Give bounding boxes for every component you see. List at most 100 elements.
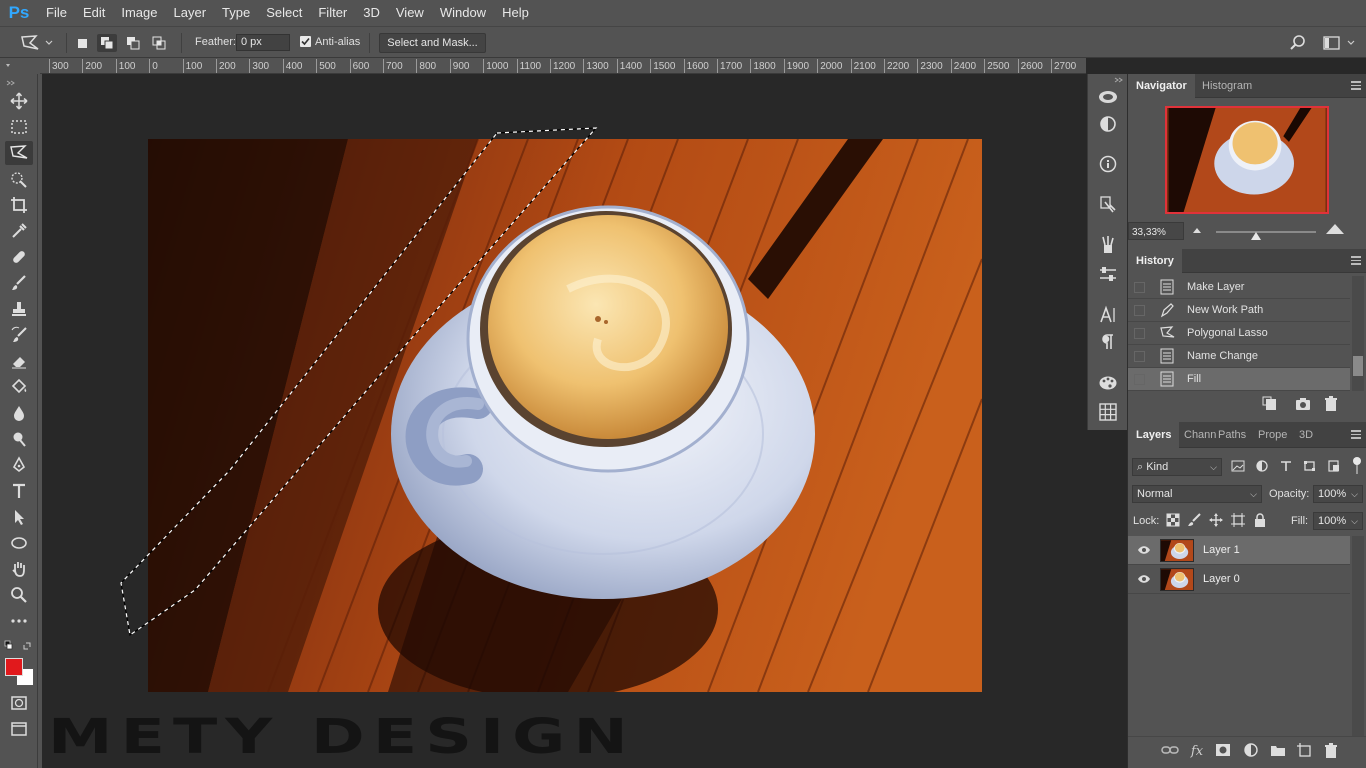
clone-source-icon [1100,196,1116,213]
filter-shape-button[interactable] [1302,460,1318,474]
brushes-icon [1102,236,1114,253]
sliders-icon [1100,267,1116,281]
lock-label: Lock: [1133,515,1160,527]
layers-scrollbar[interactable] [1352,536,1364,736]
layer-name[interactable]: Layer 1 [1203,544,1240,556]
zoom-level-value: 33,33% [1132,227,1166,238]
history-item[interactable]: New Work Path [1128,299,1350,322]
adjustments-panel-button[interactable] [1096,113,1120,135]
zoom-out-button[interactable] [1190,224,1204,236]
filter-smart-object-button[interactable] [1326,460,1342,474]
panel-menu-icon[interactable] [1351,256,1361,265]
delete-state-button[interactable] [1321,396,1341,414]
adjustment-circle-icon [1244,743,1258,757]
tab-history[interactable]: History [1128,249,1182,274]
layer-mask-icon [1216,744,1230,756]
image-icon [1231,460,1245,472]
new-layer-button[interactable] [1295,743,1315,761]
smart-object-icon [1328,460,1339,472]
tool-presets-panel-button[interactable] [1096,263,1120,285]
lock-artboard-button[interactable] [1231,513,1245,527]
blend-mode-dropdown[interactable]: Normal ⌵ [1132,485,1262,503]
history-item[interactable]: Make Layer [1128,276,1350,299]
opacity-label: Opacity: [1269,488,1310,500]
lock-icon [1255,513,1265,527]
history-snapshot-checkbox[interactable] [1134,282,1145,293]
zoom-slider-thumb[interactable] [1251,232,1261,240]
history-scrollbar[interactable] [1352,276,1364,391]
document-icon [1158,279,1176,296]
tab-3d[interactable]: 3D [1291,422,1321,446]
history-item-label: Make Layer [1187,281,1245,293]
history-snapshot-checkbox[interactable] [1134,351,1145,362]
history-item[interactable]: Name Change [1128,345,1350,368]
opacity-field[interactable]: 100% ⌵ [1313,485,1363,503]
document-icon [1158,371,1176,388]
history-snapshot-checkbox[interactable] [1134,374,1145,385]
link-layers-button[interactable] [1160,743,1180,761]
fill-field[interactable]: 100% ⌵ [1313,512,1363,530]
trash-icon [1325,396,1337,411]
delete-layer-button[interactable] [1321,743,1341,761]
zoom-slider-track[interactable] [1216,231,1316,233]
history-snapshot-checkbox[interactable] [1134,328,1145,339]
lock-all-button[interactable] [1253,513,1267,527]
snapshot-button[interactable] [1293,396,1313,414]
fx-icon[interactable]: fx [1187,743,1207,761]
search-icon: ⌕ [1137,461,1147,473]
tab-navigator[interactable]: Navigator [1128,74,1195,99]
grid-icon [1099,403,1117,421]
document-icon [1158,348,1176,365]
tab-layers[interactable]: Layers [1128,422,1180,449]
add-layer-mask-button[interactable] [1213,743,1233,761]
info-panel-button[interactable] [1096,153,1120,175]
adjustment-layer-button[interactable] [1241,743,1261,761]
visibility-eye-icon[interactable] [1137,544,1151,558]
tab-properties[interactable]: Prope [1250,422,1295,446]
panel-menu-icon[interactable] [1351,430,1361,439]
collapsed-panels-strip [1087,74,1127,430]
link-icon [1161,746,1179,754]
filter-type-button[interactable] [1278,460,1294,474]
brushes-panel-button[interactable] [1096,234,1120,256]
filter-toggle-switch[interactable] [1352,456,1362,476]
artboard-icon [1231,513,1245,527]
tab-paths[interactable]: Paths [1210,422,1254,446]
paragraph-icon [1102,334,1113,349]
layer-row-layer-1[interactable]: Layer 1 [1128,536,1350,565]
layer-filter-kind-dropdown[interactable]: ⌕ Kind ⌵ [1132,458,1222,476]
right-panel-dock: Navigator Histogram 33,33% History Make … [1127,74,1366,768]
paragraph-panel-button[interactable] [1096,331,1120,353]
panel-menu-icon[interactable] [1351,81,1361,90]
lock-position-button[interactable] [1209,513,1223,527]
lock-transparent-pixels-button[interactable] [1166,513,1180,527]
zoom-in-button[interactable] [1324,221,1346,237]
tab-histogram[interactable]: Histogram [1194,74,1260,98]
history-scroll-thumb[interactable] [1353,356,1363,376]
creative-cloud-icon [1099,91,1117,103]
layer-filter-kind-value: Kind [1146,461,1169,473]
lock-image-pixels-button[interactable] [1187,513,1201,527]
swatches-panel-button[interactable] [1096,372,1120,394]
history-item-label: New Work Path [1187,304,1264,316]
collapse-arrows-icon [1114,77,1123,83]
move-icon [1209,513,1223,527]
new-document-from-state-button[interactable] [1260,396,1280,414]
filter-adjustment-button[interactable] [1254,460,1270,474]
filter-pixel-button[interactable] [1230,460,1246,474]
navigator-panel-tabs: Navigator Histogram [1128,74,1366,99]
clone-source-panel-button[interactable] [1096,194,1120,216]
grid-panel-button[interactable] [1096,401,1120,423]
libraries-panel-button[interactable] [1096,85,1120,107]
character-panel-button[interactable] [1096,304,1120,326]
history-item-selected[interactable]: Fill [1128,368,1350,391]
layer-name[interactable]: Layer 0 [1203,573,1240,585]
history-item[interactable]: Polygonal Lasso [1128,322,1350,345]
visibility-eye-icon[interactable] [1137,573,1151,587]
layer-row-layer-0[interactable]: Layer 0 [1128,565,1350,594]
history-snapshot-checkbox[interactable] [1134,305,1145,316]
new-group-button[interactable] [1268,743,1288,761]
palette-icon [1099,376,1117,390]
navigator-thumbnail[interactable] [1165,106,1329,214]
history-item-label: Fill [1187,373,1202,385]
